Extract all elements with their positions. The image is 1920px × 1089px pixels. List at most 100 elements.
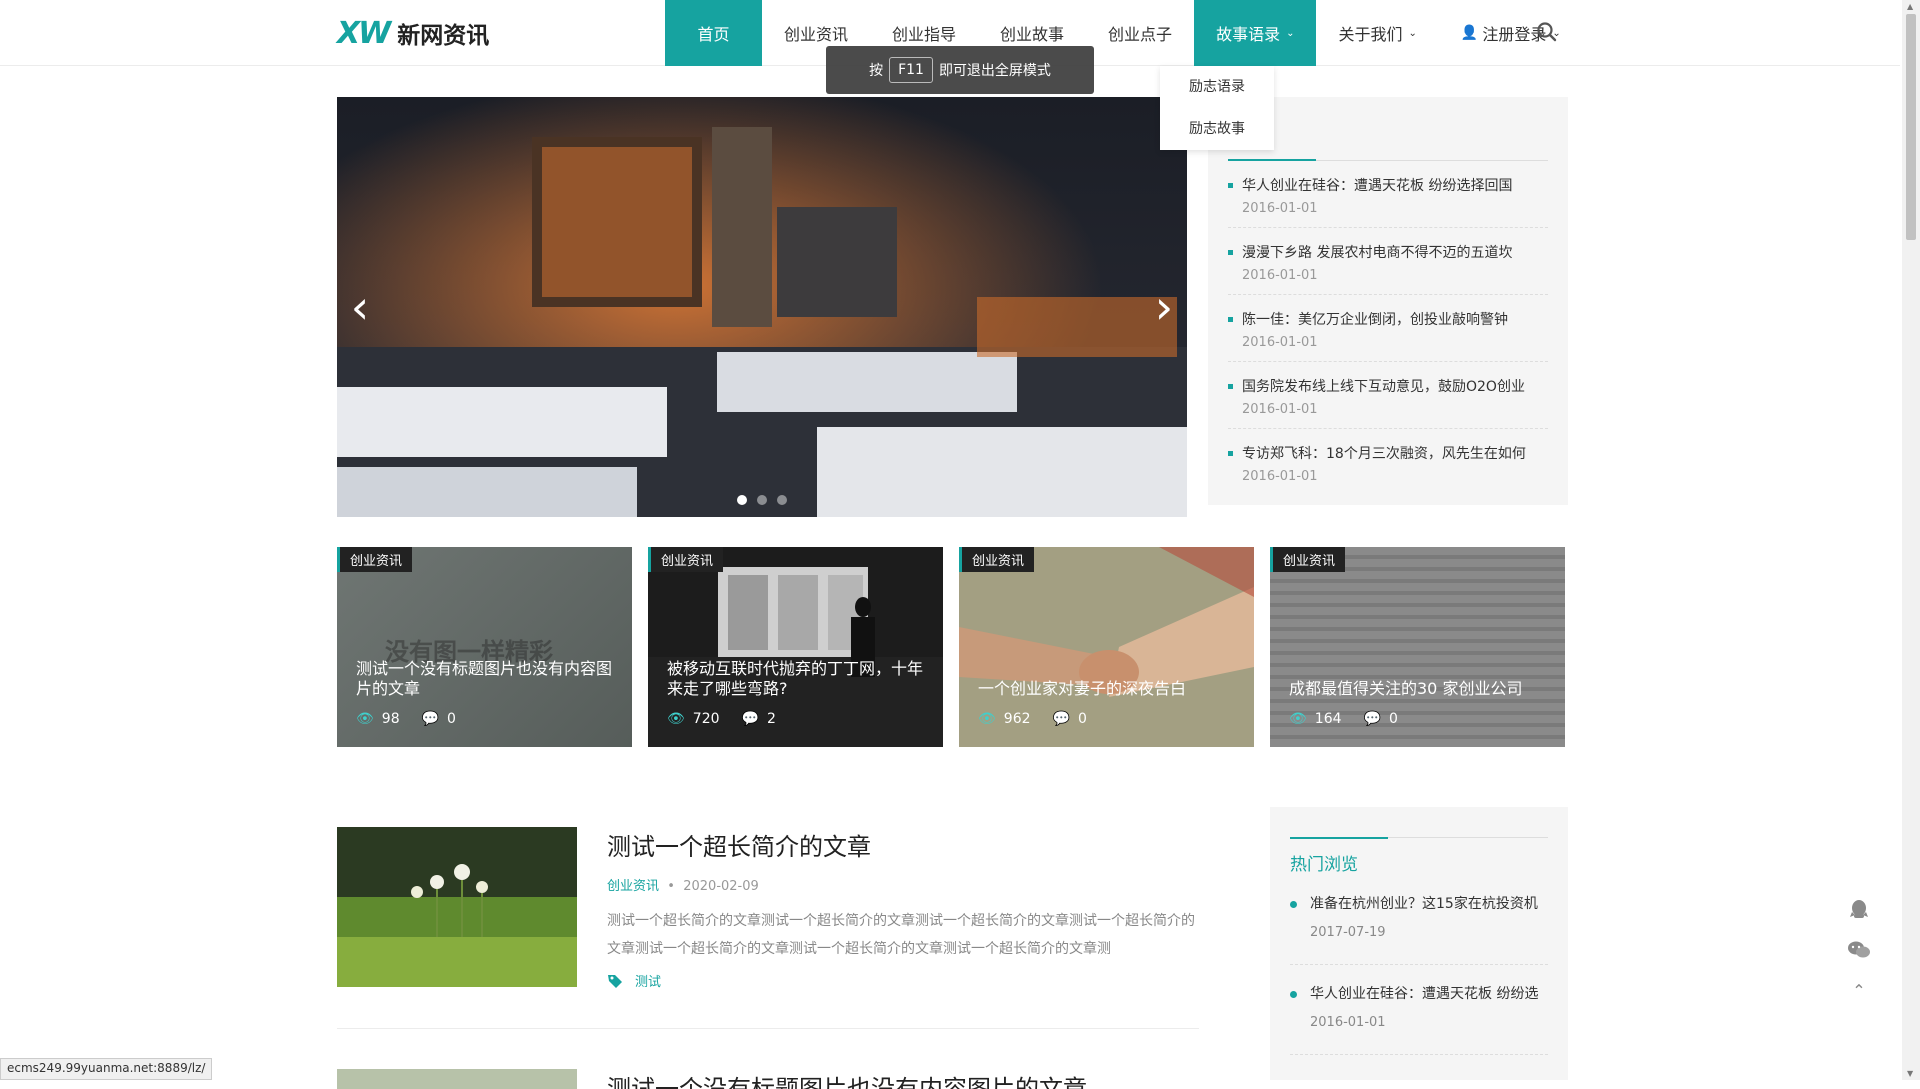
chevron-down-icon: ⌄ [1408, 27, 1417, 39]
nav-item-startup-ideas[interactable]: 创业点子 [1086, 0, 1194, 66]
card-title[interactable]: 成都最值得关注的30 家创业公司 [1289, 679, 1547, 699]
featured-card[interactable]: 创业资讯 一个创业家对妻子的深夜告白 👁 962 💬 0 [959, 547, 1254, 747]
nav-item-about[interactable]: 关于我们 ⌄ [1316, 0, 1438, 66]
hot-panel: 热门浏览 准备在杭州创业？这15家在杭投资机 2017-07-19 华人创业在硅… [1270, 807, 1568, 1080]
nav-label: 创业点子 [1108, 25, 1173, 44]
meta-separator: • [663, 879, 684, 894]
scrollbar-thumb[interactable] [1906, 14, 1916, 240]
search-icon [1537, 22, 1557, 42]
article-item: 测试一个没有标题图片也没有内容图片的文章 [337, 1069, 1199, 1089]
tip-suffix: 即可退出全屏模式 [938, 63, 1051, 79]
card-meta: 👁 720 💬 2 [667, 711, 776, 727]
slider-dot[interactable] [737, 495, 747, 505]
article-summary: 测试一个超长简介的文章测试一个超长简介的文章测试一个超长简介的文章测试一个超长简… [607, 913, 1195, 957]
card-title[interactable]: 一个创业家对妻子的深夜告白 [978, 679, 1236, 699]
tip-prefix: 按 [869, 63, 884, 79]
article-title[interactable]: 测试一个没有标题图片也没有内容图片的文章 [607, 1069, 1087, 1089]
user-icon: 👤 [1460, 25, 1479, 41]
f11-key: F11 [889, 57, 933, 83]
headline-item[interactable]: 陈一佳：美亿万企业倒闭，创投业敲响警钟 2016-01-01 [1228, 295, 1548, 362]
article-meta: 创业资讯 • 2020-02-09 [607, 875, 759, 894]
search-button[interactable] [1535, 20, 1559, 44]
card-comments: 2 [766, 711, 776, 727]
featured-card[interactable]: 创业资讯 被移动互联时代抛弃的丁丁网，十年来走了哪些弯路? 👁 720 💬 2 [648, 547, 943, 747]
browser-status-bar: ecms249.99yuanma.net:8889/lz/ [0, 1058, 213, 1080]
logo-text: 新网资讯 [397, 23, 490, 49]
card-views: 164 [1314, 711, 1342, 727]
hot-item-date: 2017-07-19 [1310, 925, 1386, 940]
slider-image [337, 97, 1187, 517]
nav-label: 故事语录 [1216, 25, 1281, 44]
nav-label: 关于我们 [1338, 25, 1403, 44]
nav-item-login[interactable]: 👤 注册登录 ⌄ [1439, 0, 1583, 66]
scroll-up-icon[interactable]: ▲ [1907, 2, 1913, 11]
hot-item-title[interactable]: 华人创业在硅谷：遭遇天花板 纷纷选 [1310, 983, 1548, 1003]
nav-label: 创业故事 [1000, 25, 1065, 44]
headline-title[interactable]: 漫漫下乡路 发展农村电商不得不迈的五道坎 [1242, 242, 1548, 262]
wechat-button[interactable] [1838, 930, 1880, 970]
dropdown-item-motto[interactable]: 励志语录 [1160, 66, 1274, 108]
dropdown-item-inspiring-stories[interactable]: 励志故事 [1160, 108, 1274, 150]
slider-next-button[interactable]: › [1149, 282, 1179, 332]
slider-pagination [337, 495, 1187, 505]
card-category-tag[interactable]: 创业资讯 [648, 547, 724, 572]
card-category-tag[interactable]: 创业资讯 [959, 547, 1035, 572]
headline-title[interactable]: 国务院发布线上线下互动意见，鼓励O2O创业 [1242, 376, 1548, 396]
hero-slider[interactable]: ‹ › [337, 97, 1187, 517]
card-views: 720 [692, 711, 720, 727]
slider-prev-button[interactable]: ‹ [345, 282, 375, 332]
site-logo[interactable]: XW 新网资讯 [337, 15, 490, 51]
card-title[interactable]: 被移动互联时代抛弃的丁丁网，十年来走了哪些弯路? [667, 659, 925, 699]
main-nav: 首页 创业资讯 创业指导 创业故事 创业点子 故事语录 ⌄ 关于我们 ⌄ 👤 注… [665, 0, 1583, 66]
card-meta: 👁 164 💬 0 [1289, 711, 1398, 727]
article-thumbnail[interactable] [337, 1069, 577, 1089]
hot-item[interactable]: 准备在杭州创业？这15家在杭投资机 2017-07-19 [1290, 875, 1548, 965]
eye-icon: 👁 [1289, 711, 1307, 727]
back-to-top-button[interactable]: ⌃ [1838, 970, 1880, 1010]
article-category[interactable]: 创业资讯 [607, 879, 659, 894]
card-meta: 👁 962 💬 0 [978, 711, 1087, 727]
card-comments: 0 [447, 711, 456, 727]
headline-item[interactable]: 专访郑飞科：18个月三次融资，风先生在如何 2016-01-01 [1228, 429, 1548, 496]
fullscreen-exit-tip: 按 F11 即可退出全屏模式 [826, 46, 1094, 94]
article-title[interactable]: 测试一个超长简介的文章 [607, 827, 871, 862]
headlines-panel: 头条 华人创业在硅谷：遭遇天花板 纷纷选择回国 2016-01-01 漫漫下乡路… [1208, 97, 1568, 505]
comment-icon: 💬 [421, 711, 440, 727]
hot-item[interactable]: 华人创业在硅谷：遭遇天花板 纷纷选 2016-01-01 [1290, 965, 1548, 1055]
card-category-tag[interactable]: 创业资讯 [1270, 547, 1346, 572]
headline-date: 2016-01-01 [1242, 402, 1318, 417]
logo-mark: XW [337, 15, 391, 51]
featured-cards: 没有图一样精彩 创业资讯 测试一个没有标题图片也没有内容图片的文章 👁 98 💬… [337, 547, 1565, 747]
nav-item-home[interactable]: 首页 [665, 0, 762, 66]
article-tag[interactable]: 测试 [635, 971, 661, 990]
hot-item-date: 2016-01-01 [1310, 1015, 1386, 1030]
headline-item[interactable]: 漫漫下乡路 发展农村电商不得不迈的五道坎 2016-01-01 [1228, 228, 1548, 295]
page-scrollbar[interactable]: ▲ ▼ [1902, 0, 1920, 1080]
comment-icon: 💬 [741, 711, 759, 727]
comment-icon: 💬 [1052, 711, 1070, 727]
headline-item[interactable]: 国务院发布线上线下互动意见，鼓励O2O创业 2016-01-01 [1228, 362, 1548, 429]
nav-item-quotes[interactable]: 故事语录 ⌄ [1194, 0, 1317, 66]
nav-label: 创业指导 [892, 25, 957, 44]
headlines-title: 头条 [1228, 125, 1548, 161]
slider-dot[interactable] [777, 495, 787, 505]
headline-title[interactable]: 华人创业在硅谷：遭遇天花板 纷纷选择回国 [1242, 175, 1548, 195]
headline-title[interactable]: 陈一佳：美亿万企业倒闭，创投业敲响警钟 [1242, 309, 1548, 329]
slider-dot[interactable] [757, 495, 767, 505]
tag-icon [608, 974, 622, 988]
qq-icon [1850, 900, 1868, 918]
qq-button[interactable] [1838, 890, 1880, 930]
featured-card[interactable]: 创业资讯 成都最值得关注的30 家创业公司 👁 164 💬 0 [1270, 547, 1565, 747]
headline-item[interactable]: 华人创业在硅谷：遭遇天花板 纷纷选择回国 2016-01-01 [1228, 161, 1548, 228]
article-thumbnail[interactable] [337, 827, 577, 987]
headline-title[interactable]: 专访郑飞科：18个月三次融资，风先生在如何 [1242, 443, 1548, 463]
card-category-tag[interactable]: 创业资讯 [337, 547, 413, 572]
article-date: 2020-02-09 [683, 879, 759, 894]
hot-item-title[interactable]: 准备在杭州创业？这15家在杭投资机 [1310, 893, 1548, 913]
nav-label: 首页 [697, 25, 730, 44]
scroll-down-icon[interactable]: ▼ [1907, 1069, 1913, 1078]
hot-title: 热门浏览 [1290, 837, 1548, 875]
article-tags: 测试 [607, 971, 661, 990]
card-title[interactable]: 测试一个没有标题图片也没有内容图片的文章 [356, 659, 614, 699]
featured-card[interactable]: 没有图一样精彩 创业资讯 测试一个没有标题图片也没有内容图片的文章 👁 98 💬… [337, 547, 632, 747]
